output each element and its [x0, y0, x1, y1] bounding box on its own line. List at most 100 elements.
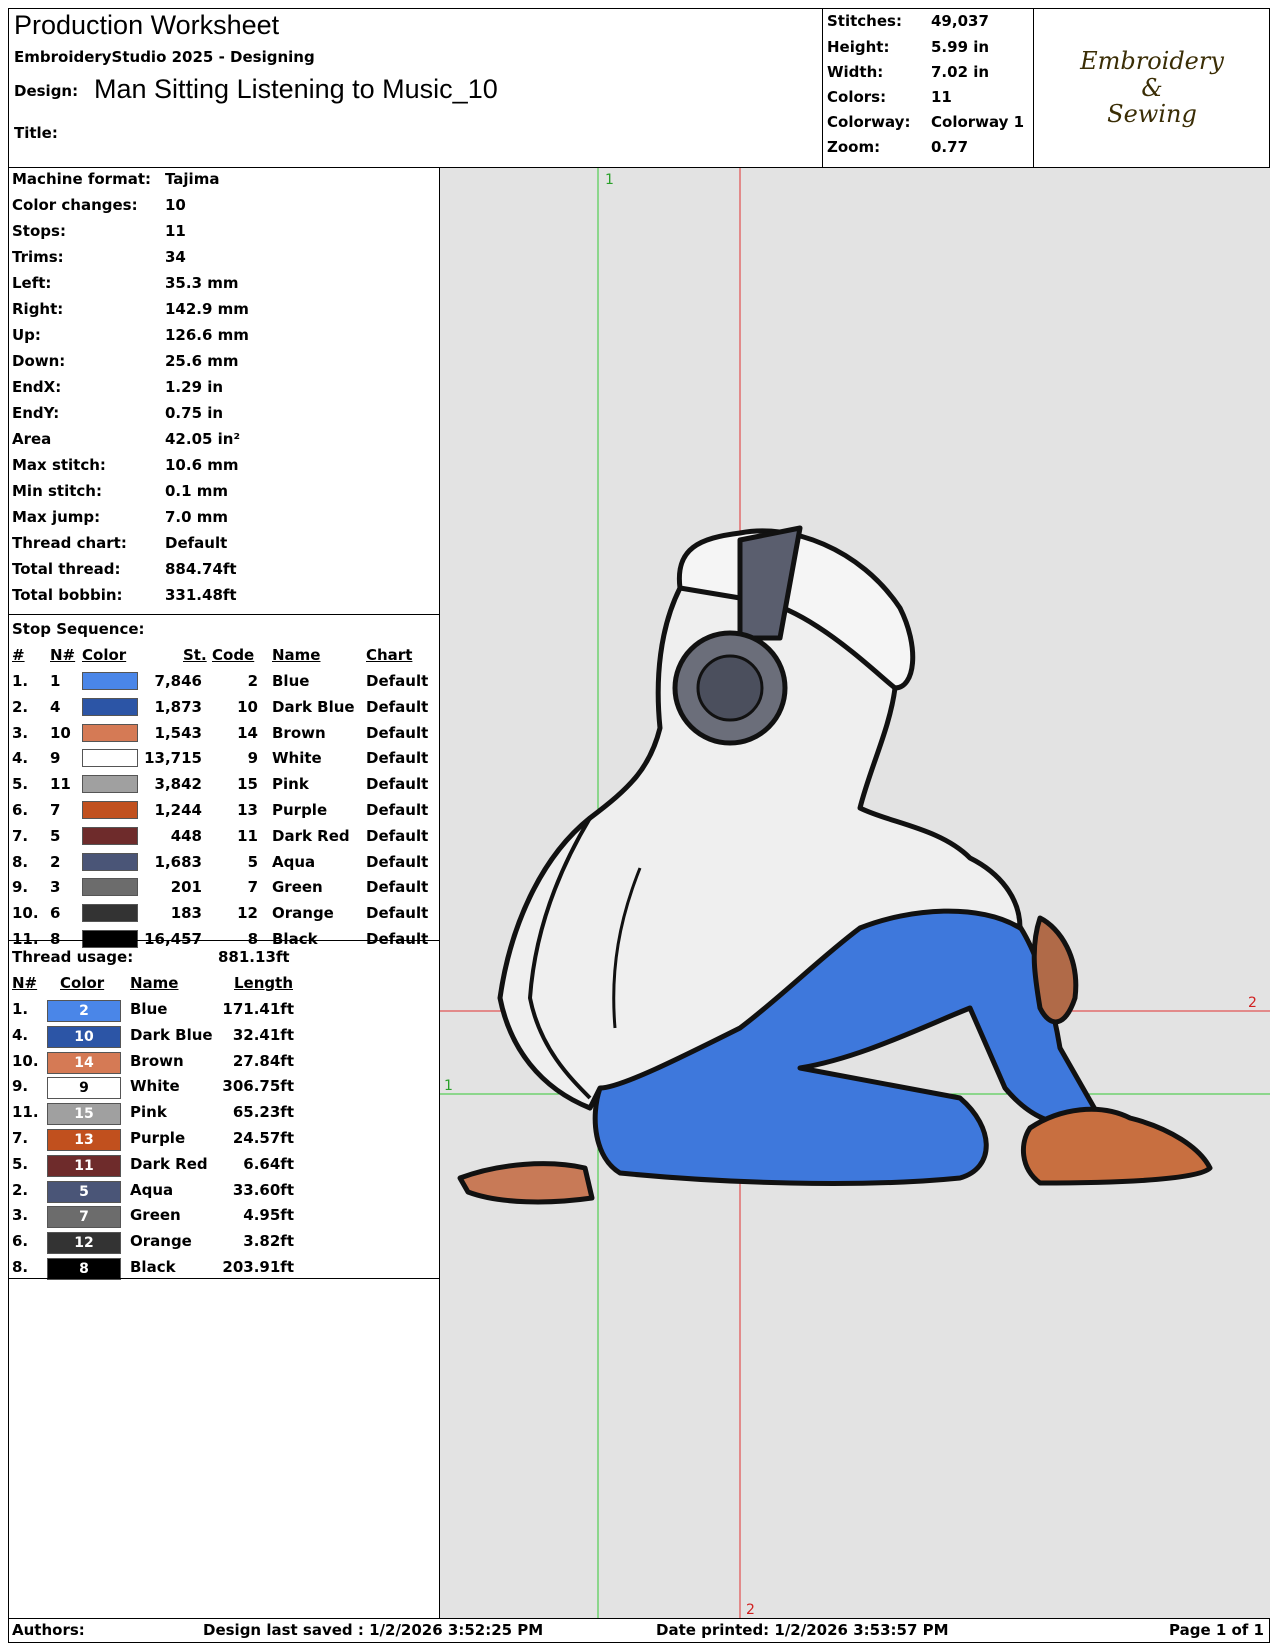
divider	[8, 614, 440, 615]
brand-logo: Embroidery & Sewing	[1034, 8, 1270, 168]
stop-sequence-row: 2. 4 1,873 10 Dark Blue Default	[12, 697, 429, 716]
stat-row: Width: 7.02 in	[827, 63, 1033, 89]
color-swatch	[82, 852, 138, 871]
info-panel: Machine format: Tajima Color changes: 10 S…	[8, 168, 440, 1618]
color-swatch	[82, 878, 138, 897]
stat-row: Zoom: 0.77	[827, 138, 1033, 164]
stat-label: Colors:	[827, 88, 887, 106]
color-swatch: 7	[47, 1206, 121, 1229]
machine-row: Up: 126.6 mm	[12, 326, 249, 344]
color-swatch	[82, 749, 138, 768]
stop-sequence-row: 1. 1 7,846 2 Blue Default	[12, 672, 429, 690]
stat-label: Stitches:	[827, 12, 902, 30]
color-swatch	[82, 723, 138, 742]
thread-usage-total: 881.13ft	[218, 948, 290, 966]
machine-row: Total thread: 884.74ft	[12, 560, 237, 578]
stop-sequence-row: 7. 5 448 11 Dark Red Default	[12, 826, 429, 845]
stats-panel: Stitches: 49,037 Height: 5.99 in Width: 7.0…	[822, 8, 1034, 168]
machine-row: Machine format: Tajima	[12, 170, 220, 188]
machine-row: Thread chart: Default	[12, 534, 228, 552]
thread-usage-row: 7. 13 Purple 24.57ft	[8, 1129, 440, 1155]
thread-usage-row: 10. 14 Brown 27.84ft	[8, 1051, 440, 1078]
thread-usage-row: 2. 5 Aqua 33.60ft	[8, 1180, 440, 1207]
stop-sequence-row: 8. 2 1,683 5 Aqua Default	[12, 852, 429, 871]
guide-label-top: 1	[605, 172, 614, 188]
thread-usage-row: 5. 11 Dark Red 6.64ft	[8, 1154, 440, 1181]
worksheet-footer: Authors: Design last saved : 1/2/2026 3:…	[8, 1618, 1270, 1643]
color-swatch	[82, 904, 138, 923]
stop-sequence-row: 3. 10 1,543 14 Brown Default	[12, 723, 429, 742]
thread-usage-row: 4. 10 Dark Blue 32.41ft	[8, 1025, 440, 1052]
stat-value: 5.99 in	[931, 38, 990, 56]
color-swatch: 14	[47, 1051, 121, 1074]
machine-row: Min stitch: 0.1 mm	[12, 482, 229, 500]
machine-row: Trims: 34	[12, 248, 186, 266]
machine-row: Color changes: 10	[12, 196, 186, 214]
stop-sequence-columns: # N# Color St. Code Name Chart	[12, 646, 413, 664]
machine-row: Right: 142.9 mm	[12, 300, 249, 318]
color-swatch	[82, 826, 138, 845]
machine-row: Max stitch: 10.6 mm	[12, 456, 239, 474]
left-hand	[457, 1161, 595, 1205]
color-swatch: 2	[47, 1000, 121, 1022]
divider	[8, 940, 440, 941]
design-label: Design:	[14, 82, 79, 100]
stat-label: Colorway:	[827, 113, 911, 131]
authors-label: Authors:	[12, 1621, 85, 1639]
divider	[8, 1278, 440, 1279]
page-number: Page 1 of 1	[1169, 1621, 1264, 1639]
color-swatch: 11	[47, 1154, 121, 1177]
color-swatch: 9	[47, 1077, 121, 1100]
machine-row: Max jump: 7.0 mm	[12, 508, 229, 526]
machine-row: Down: 25.6 mm	[12, 352, 239, 370]
guide-label-left: 1	[444, 1078, 453, 1094]
stat-value: 11	[931, 88, 952, 106]
stat-row: Colors: 11	[827, 88, 1033, 114]
design-canvas[interactable]: 1 1 2 2	[440, 168, 1270, 1618]
title-label: Title:	[14, 124, 58, 142]
stat-row: Stitches: 49,037	[827, 12, 1033, 38]
machine-row: Left: 35.3 mm	[12, 274, 239, 292]
machine-row: EndY: 0.75 in	[12, 404, 224, 422]
stop-sequence-heading: Stop Sequence:	[12, 620, 145, 638]
thread-usage-row: 1. 2 Blue 171.41ft	[8, 1000, 440, 1026]
logo-text: Embroidery & Sewing	[1080, 47, 1224, 129]
design-last-saved: Design last saved : 1/2/2026 3:52:25 PM	[203, 1621, 544, 1639]
stop-sequence-row: 9. 3 201 7 Green Default	[12, 878, 429, 897]
stat-value: 7.02 in	[931, 63, 990, 81]
design-name: Man Sitting Listening to Music_10	[94, 74, 498, 104]
shoe	[1020, 1106, 1213, 1186]
embroidery-figure	[457, 525, 1213, 1205]
stop-sequence-row: 10. 6 183 12 Orange Default	[12, 904, 429, 923]
machine-row: Area 42.05 in²	[12, 430, 241, 448]
thread-usage-row: 8. 8 Black 203.91ft	[8, 1258, 440, 1284]
thread-usage-row: 3. 7 Green 4.95ft	[8, 1206, 440, 1232]
stat-value: Colorway 1	[931, 113, 1025, 131]
stat-value: 49,037	[931, 12, 989, 30]
color-swatch	[82, 930, 138, 948]
date-printed: Date printed: 1/2/2026 3:53:57 PM	[656, 1621, 949, 1639]
stat-label: Height:	[827, 38, 890, 56]
color-swatch: 15	[47, 1103, 121, 1126]
thread-usage-heading: Thread usage: 881.13ft	[12, 948, 290, 966]
guide-label-right: 2	[1248, 995, 1257, 1011]
color-swatch	[82, 775, 138, 794]
color-swatch: 10	[47, 1025, 121, 1048]
thread-usage-columns: N# Color Name Length	[12, 974, 293, 992]
color-swatch: 8	[47, 1258, 121, 1280]
right-hand	[1031, 915, 1079, 1025]
stat-row: Height: 5.99 in	[827, 38, 1033, 64]
color-swatch	[82, 697, 138, 716]
thread-usage-row: 11. 15 Pink 65.23ft	[8, 1103, 440, 1129]
color-swatch	[82, 801, 138, 819]
stop-sequence-row: 4. 9 13,715 9 White Default	[12, 749, 429, 768]
color-swatch: 12	[47, 1232, 121, 1255]
stop-sequence-row: 6. 7 1,244 13 Purple Default	[12, 801, 429, 819]
stat-row: Colorway: Colorway 1	[827, 113, 1033, 139]
software-subtitle: EmbroideryStudio 2025 - Designing	[14, 48, 315, 66]
thread-usage-row: 6. 12 Orange 3.82ft	[8, 1232, 440, 1258]
worksheet-title: Production Worksheet	[14, 10, 280, 40]
design-preview: 1 1 2 2	[440, 168, 1270, 1618]
machine-row: EndX: 1.29 in	[12, 378, 224, 396]
stat-label: Zoom:	[827, 138, 881, 156]
